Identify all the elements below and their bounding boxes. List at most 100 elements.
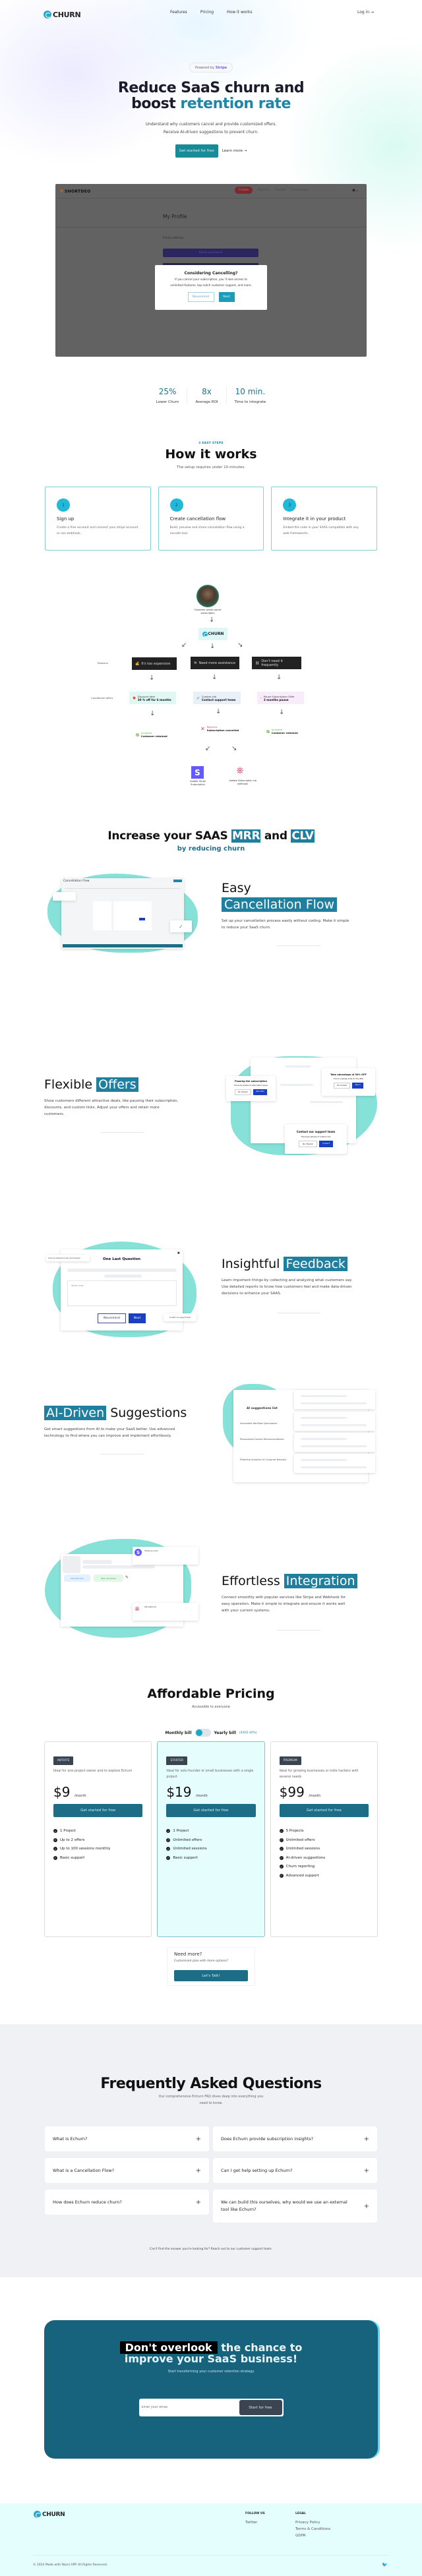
stripe-account-card: S Stripe Account: [133, 1547, 198, 1565]
billing-toggle[interactable]: [195, 1729, 211, 1737]
check-circle-icon: ✓: [53, 1855, 57, 1860]
skeleton-line: [301, 1445, 367, 1447]
skeleton-line: [301, 1402, 367, 1404]
faq-item[interactable]: Can I get help setting up Echurn? +: [213, 2158, 377, 2183]
faq-footer-note: Can't find the answer you're looking for…: [149, 2248, 273, 2251]
learn-more-link[interactable]: Learn more →: [222, 149, 247, 153]
feature-desc: Set up your cancellation process easily …: [222, 919, 349, 930]
feature-title: AI-Driven Suggestions: [44, 1405, 187, 1422]
plan-feature: ✓ Advanced support: [279, 1873, 319, 1878]
flow-churn-logo: CHURN: [198, 628, 227, 640]
plan-features: ✓ 5 Projects ✓ Unlimited offers ✓ Unlimited…: [279, 1829, 369, 1878]
nav-link-how-it-works[interactable]: How it works: [227, 10, 253, 15]
login-link[interactable]: Log in →: [357, 10, 374, 15]
top-nav: CHURN Features Pricing How it works Log …: [0, 0, 422, 29]
pause-icon: ⏸: [260, 696, 262, 700]
stats: 25% Lower Churn 8x Average ROI 10 min. Time…: [0, 387, 422, 404]
get-started-button[interactable]: Get started for free: [175, 144, 218, 158]
plan-feature: ✓ Unlimited offers: [166, 1838, 202, 1842]
email-signup-form: Start for free: [138, 2399, 284, 2416]
faq-item[interactable]: Does Echurn provide subscription insight…: [213, 2126, 377, 2151]
plan-feature: ✓ Unlimited sessions: [279, 1847, 320, 1851]
mockup-title: Cancellation Flow: [63, 880, 90, 883]
nav-link-pricing[interactable]: Pricing: [200, 10, 214, 15]
row-label-reasons: Reasons: [98, 661, 108, 665]
billing-toggle-row: Monthly bill Yearly bill (SAVE 40%): [0, 1729, 422, 1737]
modal-text: If you cancel your subscription, you`ll …: [170, 278, 252, 287]
plan-price: $9 /month: [53, 1784, 86, 1800]
brand-logo[interactable]: CHURN: [44, 11, 81, 19]
logo-icon: [202, 631, 208, 637]
plan-tag: STARTER: [166, 1756, 188, 1765]
customer-avatar: [196, 585, 219, 607]
twitter-icon[interactable]: 🐦: [382, 2562, 388, 2567]
footer-logo[interactable]: CHURN: [34, 2511, 65, 2518]
check-circle-icon: ✓: [279, 1873, 284, 1878]
demo-page-title: My Profile: [163, 214, 187, 220]
feature-title: Easy Cancellation Flow: [222, 880, 353, 913]
faq-item[interactable]: What is Echurn? +: [45, 2126, 209, 2151]
plan-cta-button[interactable]: Get started for free: [279, 1804, 369, 1817]
mockup-title: AI suggestions list: [247, 1407, 278, 1410]
step-card: 2 Create cancellation flow Build, preview …: [158, 487, 264, 551]
demo-email-label: Email address: [163, 237, 184, 240]
feature-flexible-offers: Flexible Offers Show customers different…: [0, 1055, 422, 1226]
webhook-icon: ⎈: [135, 1605, 140, 1613]
email-input[interactable]: [141, 2406, 234, 2409]
modal-buttons: Nevermind Next: [155, 292, 267, 302]
plan-features: ✓ 1 Project ✓ Unlimited offers ✓ Unlimited …: [166, 1829, 255, 1860]
stat-time-to-integrate: 10 min. Time to integrate: [226, 387, 274, 404]
faq-item[interactable]: How does Echurn reduce churn? +: [45, 2190, 209, 2215]
check-circle-icon: ✓: [166, 1838, 171, 1842]
contact-button: Contact: [319, 1141, 334, 1147]
plan-feature: ✓ Unlimited sessions: [166, 1847, 207, 1851]
faq-item[interactable]: We can build this ourselves, why would w…: [213, 2190, 377, 2223]
footer-link-privacy[interactable]: Privacy Policy: [295, 2521, 330, 2525]
feature-desc: Learn important things by collecting and…: [222, 1278, 353, 1296]
feedback-tooltip: Could you please tell us why you're leav…: [46, 1255, 90, 1261]
mockup-button: [173, 880, 182, 882]
pricing-plans: INITIATE Ideal for one-project owner and…: [0, 1741, 422, 1937]
footer-link-gdpr[interactable]: GDPR: [295, 2534, 330, 2538]
ai-suggestion-item: Automated Workflow Optimization: [240, 1422, 278, 1425]
check-circle-icon: ✓: [279, 1829, 284, 1833]
mockup-save-bar: [63, 944, 183, 947]
monthly-bill-label: Monthly bill: [165, 1730, 192, 1735]
nav-link-features[interactable]: Features: [170, 10, 187, 15]
copyright: © 2024 Made with Nzoni APP. All Rights R…: [33, 2563, 108, 2567]
faq-item[interactable]: What is a Cancellation Flow? +: [45, 2158, 209, 2183]
plan-cta-button[interactable]: Get started for free: [53, 1804, 143, 1817]
arrow-down-left-icon: ↙: [205, 745, 211, 752]
ai-suggestion-card: [294, 1454, 375, 1473]
check-circle-icon: ✓: [279, 1838, 284, 1842]
footer: CHURN FOLLOW US Twitter LEGAL Privacy Po…: [0, 2503, 422, 2576]
start-for-free-button[interactable]: Start for free: [239, 2400, 282, 2415]
faq: Frequently Asked Questions Our comprehen…: [0, 2024, 422, 2277]
steps: 1 Sign up Create a free account and connec…: [0, 487, 422, 551]
lets-talk-button[interactable]: Let's Talk!: [174, 1970, 248, 1981]
check-circle-icon: ✓: [279, 1855, 284, 1860]
test-connected-badge: Test connected: [94, 1574, 123, 1582]
demo-reset-password-button: Reset password: [163, 249, 258, 257]
step-number: 3: [283, 498, 297, 512]
clv-highlight: CLV: [291, 829, 315, 843]
footer-link-terms[interactable]: Terms & Conditions: [295, 2527, 330, 2531]
plan-tag: INITIATE: [53, 1756, 74, 1765]
plan-desc: Ideal for one-project owner and to explo…: [53, 1770, 133, 1773]
footer-link-twitter[interactable]: Twitter: [245, 2521, 265, 2525]
plan-cta-button[interactable]: Get started for free: [166, 1804, 256, 1817]
offer-discount: 🎁 Discount offer 30 % off for 6 months: [129, 692, 176, 704]
modal-title: Considering Cancelling?: [184, 271, 238, 276]
offer-card-discount: Take advantage of 30% OFF This is a samp…: [322, 1068, 375, 1096]
demo-nav-community: Community: [291, 189, 309, 192]
feature-ai-suggestions: AI-Driven Suggestions Get smart suggesti…: [0, 1373, 422, 1515]
skeleton-avatar: [63, 1556, 80, 1573]
step-number: 2: [169, 498, 183, 512]
arrow-down-right-icon: ↘: [231, 745, 237, 752]
modal-next-button: Next: [218, 292, 235, 302]
plan-feature: ✓ AI-driven suggestions: [279, 1855, 326, 1860]
skeleton-line: [301, 1466, 367, 1468]
edit-icon: ✎: [125, 1575, 129, 1580]
footer-follow-column: FOLLOW US Twitter: [245, 2512, 265, 2525]
no-thanks-button: No, thanks!: [334, 1083, 351, 1089]
